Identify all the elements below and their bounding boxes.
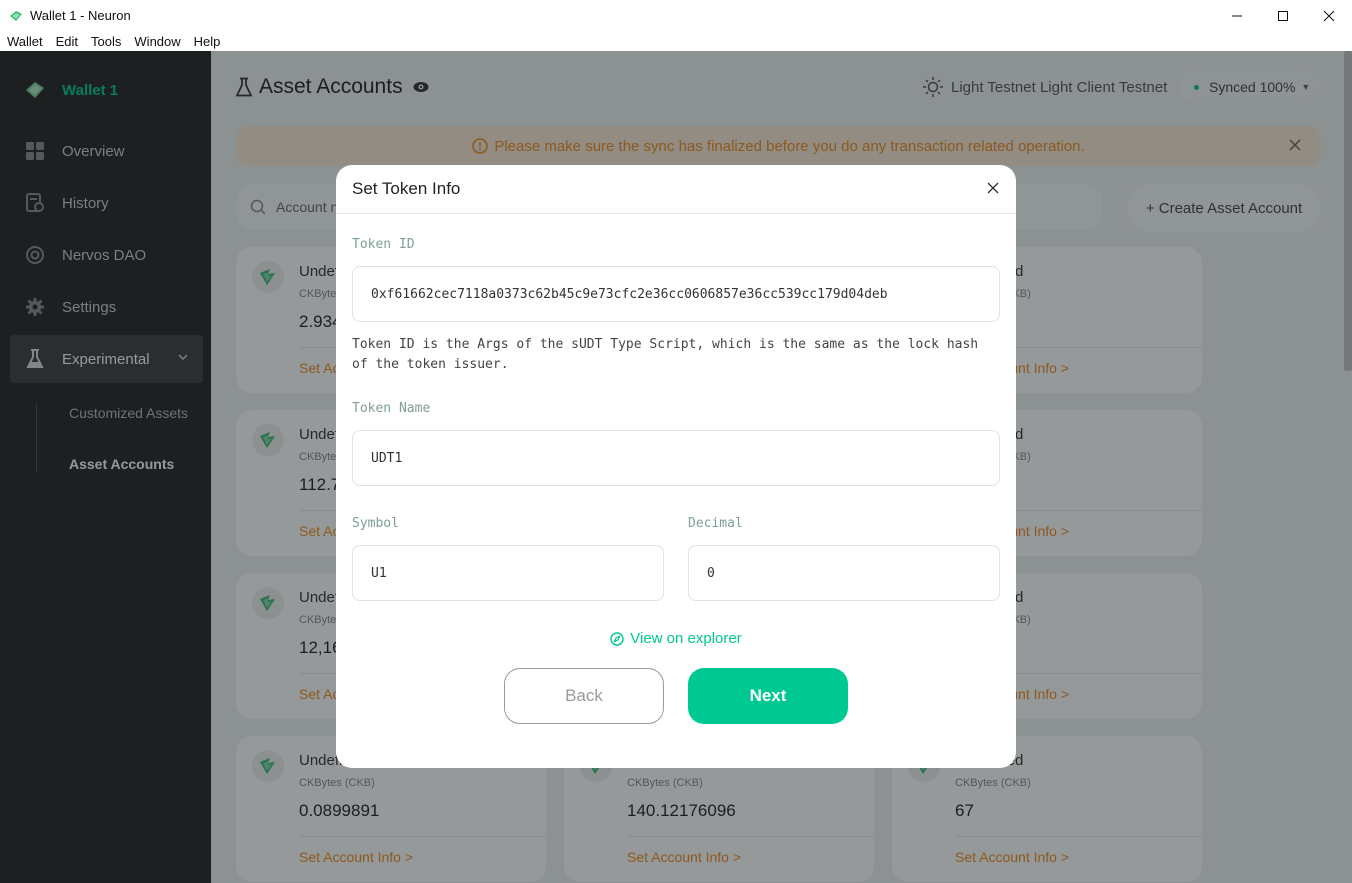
minimize-icon [1232, 15, 1242, 16]
decimal-field[interactable]: 0 [688, 545, 1000, 601]
app-root: Wallet 1 Overview History Nervos DAO Set… [0, 51, 1352, 883]
close-icon [1323, 10, 1335, 21]
dialog-close-icon[interactable] [986, 181, 1000, 195]
token-name-label: Token Name [352, 401, 431, 416]
back-button[interactable]: Back [504, 668, 664, 724]
token-name-field[interactable]: UDT1 [352, 430, 1000, 486]
minimize-button[interactable] [1214, 0, 1260, 31]
symbol-field[interactable]: U1 [352, 545, 664, 601]
symbol-label: Symbol [352, 516, 399, 531]
dialog-header: Set Token Info [336, 165, 1016, 214]
view-on-explorer-link[interactable]: View on explorer [336, 630, 1016, 647]
menu-tools[interactable]: Tools [91, 34, 121, 49]
menu-window[interactable]: Window [134, 34, 180, 49]
menu-help[interactable]: Help [194, 34, 221, 49]
next-button[interactable]: Next [688, 668, 848, 724]
maximize-button[interactable] [1260, 0, 1306, 31]
menu-wallet[interactable]: Wallet [7, 34, 43, 49]
decimal-label: Decimal [688, 516, 743, 531]
menu-edit[interactable]: Edit [56, 34, 78, 49]
token-id-hint: Token ID is the Args of the sUDT Type Sc… [352, 337, 979, 372]
menu-bar: Wallet Edit Tools Window Help [0, 31, 1352, 51]
window-titlebar: Wallet 1 - Neuron [0, 0, 1352, 31]
close-window-button[interactable] [1306, 0, 1352, 31]
set-token-info-dialog: Set Token Info Token ID 0xf61662cec7118a… [336, 165, 1016, 768]
window-title: Wallet 1 - Neuron [30, 8, 131, 23]
neuron-logo-icon [10, 10, 22, 21]
compass-icon [610, 631, 624, 646]
explorer-link-text: View on explorer [630, 630, 742, 647]
token-id-field[interactable]: 0xf61662cec7118a0373c62b45c9e73cfc2e36cc… [352, 266, 1000, 322]
token-id-label: Token ID [352, 237, 415, 252]
dialog-title: Set Token Info [352, 179, 461, 198]
maximize-icon [1278, 10, 1288, 21]
